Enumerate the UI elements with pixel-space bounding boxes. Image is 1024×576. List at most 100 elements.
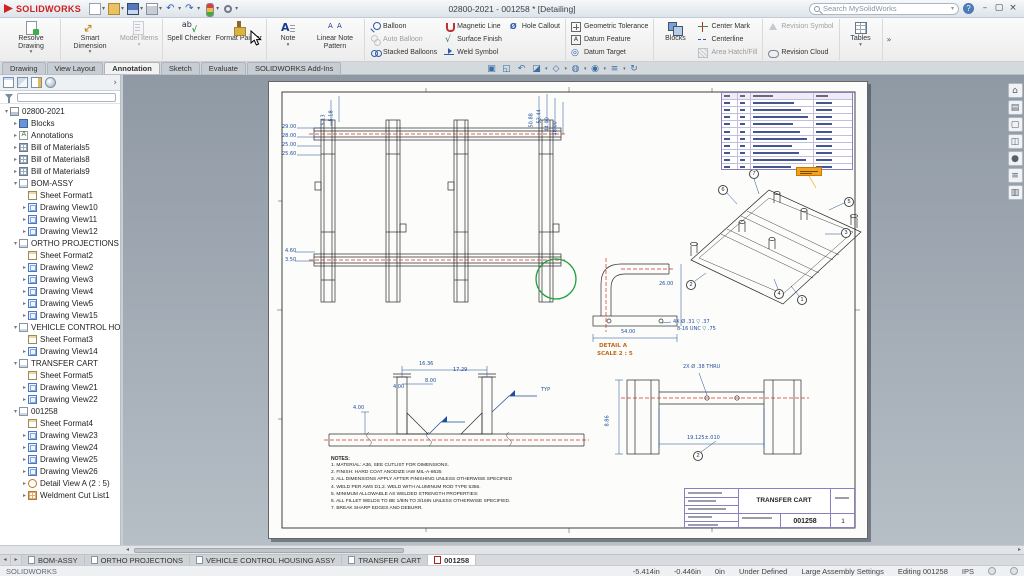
dropdown-caret-icon[interactable]: ▾ <box>102 5 105 12</box>
dropdown-caret-icon[interactable]: ▾ <box>235 5 238 12</box>
print-icon[interactable] <box>146 3 158 15</box>
dropdown-caret-icon[interactable]: ▾ <box>584 66 587 72</box>
surface-finish-button[interactable]: Surface Finish <box>441 33 505 46</box>
scroll-left-icon[interactable]: ◂ <box>123 546 132 554</box>
revision-cloud-button[interactable]: Revision Cloud <box>765 46 836 59</box>
tree-item-drawing-view4[interactable]: ▸Drawing View4 <box>0 285 120 297</box>
tab-view-layout[interactable]: View Layout <box>47 62 104 74</box>
tree-item-vehicle-control-housing-assy[interactable]: ▾VEHICLE CONTROL HOUSING ASSY <box>0 321 120 333</box>
horizontal-scrollbar[interactable]: ◂ ▸ <box>0 545 1024 554</box>
redo-icon[interactable] <box>184 3 196 15</box>
tree-item-drawing-view5[interactable]: ▸Drawing View5 <box>0 297 120 309</box>
dropdown-caret-icon[interactable]: ▾ <box>30 50 33 56</box>
display-style-icon[interactable]: ◍ <box>569 63 582 76</box>
expand-arrow-icon[interactable]: ▸ <box>21 276 28 283</box>
custom-properties-icon[interactable]: ≡ <box>1008 168 1023 183</box>
expand-arrow-icon[interactable]: ▸ <box>21 348 28 355</box>
tree-item-ortho-projections[interactable]: ▾ORTHO PROJECTIONS <box>0 237 120 249</box>
expand-arrow-icon[interactable]: ▸ <box>21 228 28 235</box>
sheet-tab-ortho-projections[interactable]: ORTHO PROJECTIONS <box>85 555 190 565</box>
expand-arrow-icon[interactable]: ▸ <box>21 480 28 487</box>
tree-item-drawing-view26[interactable]: ▸Drawing View26 <box>0 465 120 477</box>
selected-flag-note[interactable] <box>796 167 822 176</box>
expand-arrow-icon[interactable]: ▸ <box>21 300 28 307</box>
tables-button[interactable]: Tables ▾ <box>842 19 880 60</box>
expand-arrow-icon[interactable]: ▸ <box>21 492 28 499</box>
dropdown-caret-icon[interactable]: ▾ <box>623 66 626 72</box>
expand-arrow-icon[interactable]: ▸ <box>21 216 28 223</box>
display-manager-tab-icon[interactable] <box>45 77 56 88</box>
status-icon[interactable] <box>1010 567 1018 575</box>
tree-item-drawing-view2[interactable]: ▸Drawing View2 <box>0 261 120 273</box>
dropdown-caret-icon[interactable]: ▾ <box>216 5 219 12</box>
new-icon[interactable] <box>89 3 101 15</box>
balloon-button[interactable]: Balloon <box>367 20 440 33</box>
center-mark-button[interactable]: Center Mark <box>695 20 760 33</box>
tree-item-weldment-cut-list1[interactable]: ▸Weldment Cut List1 <box>0 489 120 501</box>
tree-item-sheet-format2[interactable]: Sheet Format2 <box>0 249 120 261</box>
dropdown-caret-icon[interactable]: ▾ <box>178 5 181 12</box>
expand-arrow-icon[interactable]: ▸ <box>12 144 19 151</box>
smart-dimension-button[interactable]: Smart Dimension ▾ <box>63 19 117 60</box>
expand-arrow-icon[interactable]: ▸ <box>21 264 28 271</box>
file-explorer-icon[interactable]: ▢ <box>1008 117 1023 132</box>
dropdown-caret-icon[interactable]: ▾ <box>287 43 290 49</box>
sheet-tab-transfer-cart[interactable]: TRANSFER CART <box>342 555 428 565</box>
tab-annotation[interactable]: Annotation <box>104 62 160 74</box>
tree-item-drawing-view10[interactable]: ▸Drawing View10 <box>0 201 120 213</box>
resolve-drawing-button[interactable]: Resolve Drawing ▾ <box>4 19 58 60</box>
tree-item-bom-assy[interactable]: ▾BOM-ASSY <box>0 177 120 189</box>
tab-evaluate[interactable]: Evaluate <box>201 62 246 74</box>
previous-view-icon[interactable]: ↶ <box>515 63 528 76</box>
help-button[interactable]: ? <box>963 3 974 14</box>
graphics-viewport[interactable]: 29.0028.0025.0025.604.603.505.135.1850.8… <box>123 75 1024 545</box>
hole-callout-button[interactable]: Hole Callout <box>506 20 563 33</box>
dropdown-caret-icon[interactable]: ▾ <box>604 66 607 72</box>
tab-solidworks-add-ins[interactable]: SOLIDWORKS Add-Ins <box>247 62 341 74</box>
expand-arrow-icon[interactable]: ▸ <box>21 312 28 319</box>
configuration-manager-tab-icon[interactable] <box>31 77 42 88</box>
save-icon[interactable] <box>127 3 139 15</box>
blocks-button[interactable]: Blocks <box>656 19 694 60</box>
auto-balloon-button[interactable]: Auto Balloon <box>367 33 440 46</box>
expand-arrow-icon[interactable]: ▸ <box>21 432 28 439</box>
collapse-arrow-icon[interactable]: ▾ <box>12 324 19 331</box>
undo-icon[interactable] <box>165 3 177 15</box>
tree-item-drawing-view11[interactable]: ▸Drawing View11 <box>0 213 120 225</box>
dropdown-caret-icon[interactable]: ▾ <box>89 50 92 56</box>
expand-arrow-icon[interactable]: ▸ <box>12 156 19 163</box>
maximize-button[interactable]: ▢ <box>992 2 1006 15</box>
status-assembly-mode[interactable]: Large Assembly Settings <box>801 567 884 576</box>
sheet-tab-bom-assy[interactable]: BOM-ASSY <box>22 555 85 565</box>
collapse-arrow-icon[interactable]: ▾ <box>12 408 19 415</box>
forum-icon[interactable]: ▥ <box>1008 185 1023 200</box>
tree-item-blocks[interactable]: ▸Blocks <box>0 117 120 129</box>
tree-item-transfer-cart[interactable]: ▾TRANSFER CART <box>0 357 120 369</box>
sheet-tab-001258[interactable]: 001258 <box>428 555 476 565</box>
weld-symbol-button[interactable]: Weld Symbol <box>441 46 505 59</box>
tree-item-bill-of-materials5[interactable]: ▸Bill of Materials5 <box>0 141 120 153</box>
area-hatch-fill-button[interactable]: Area Hatch/Fill <box>695 46 760 59</box>
tree-item-drawing-view14[interactable]: ▸Drawing View14 <box>0 345 120 357</box>
section-view-icon[interactable]: ◪ <box>530 63 543 76</box>
balloon-1[interactable]: 1 <box>797 295 807 305</box>
tree-item-drawing-view23[interactable]: ▸Drawing View23 <box>0 429 120 441</box>
property-manager-tab-icon[interactable] <box>17 77 28 88</box>
status-units[interactable]: IPS <box>962 567 974 576</box>
magnetic-line-button[interactable]: Magnetic Line <box>441 20 505 33</box>
dropdown-caret-icon[interactable]: ▾ <box>197 5 200 12</box>
expand-arrow-icon[interactable]: ▸ <box>21 384 28 391</box>
tree-item-drawing-view12[interactable]: ▸Drawing View12 <box>0 225 120 237</box>
tree-item-detail-view-a-2-5[interactable]: ▸Detail View A (2 : 5) <box>0 477 120 489</box>
collapse-arrow-icon[interactable]: ▾ <box>12 240 19 247</box>
zoom-area-icon[interactable]: ◱ <box>500 63 513 76</box>
tree-item-drawing-view24[interactable]: ▸Drawing View24 <box>0 441 120 453</box>
revision-symbol-button[interactable]: Revision Symbol <box>765 20 836 33</box>
open-icon[interactable] <box>108 3 120 15</box>
balloon-4[interactable]: 4 <box>774 289 784 299</box>
collapse-arrow-icon[interactable]: ▾ <box>12 360 19 367</box>
sheet-nav-next-icon[interactable]: ▸ <box>11 555 22 565</box>
design-library-icon[interactable]: ▤ <box>1008 100 1023 115</box>
scrollbar-thumb[interactable] <box>134 548 404 553</box>
sheet-tab-vehicle-control-housing-assy[interactable]: VEHICLE CONTROL HOUSING ASSY <box>190 555 342 565</box>
